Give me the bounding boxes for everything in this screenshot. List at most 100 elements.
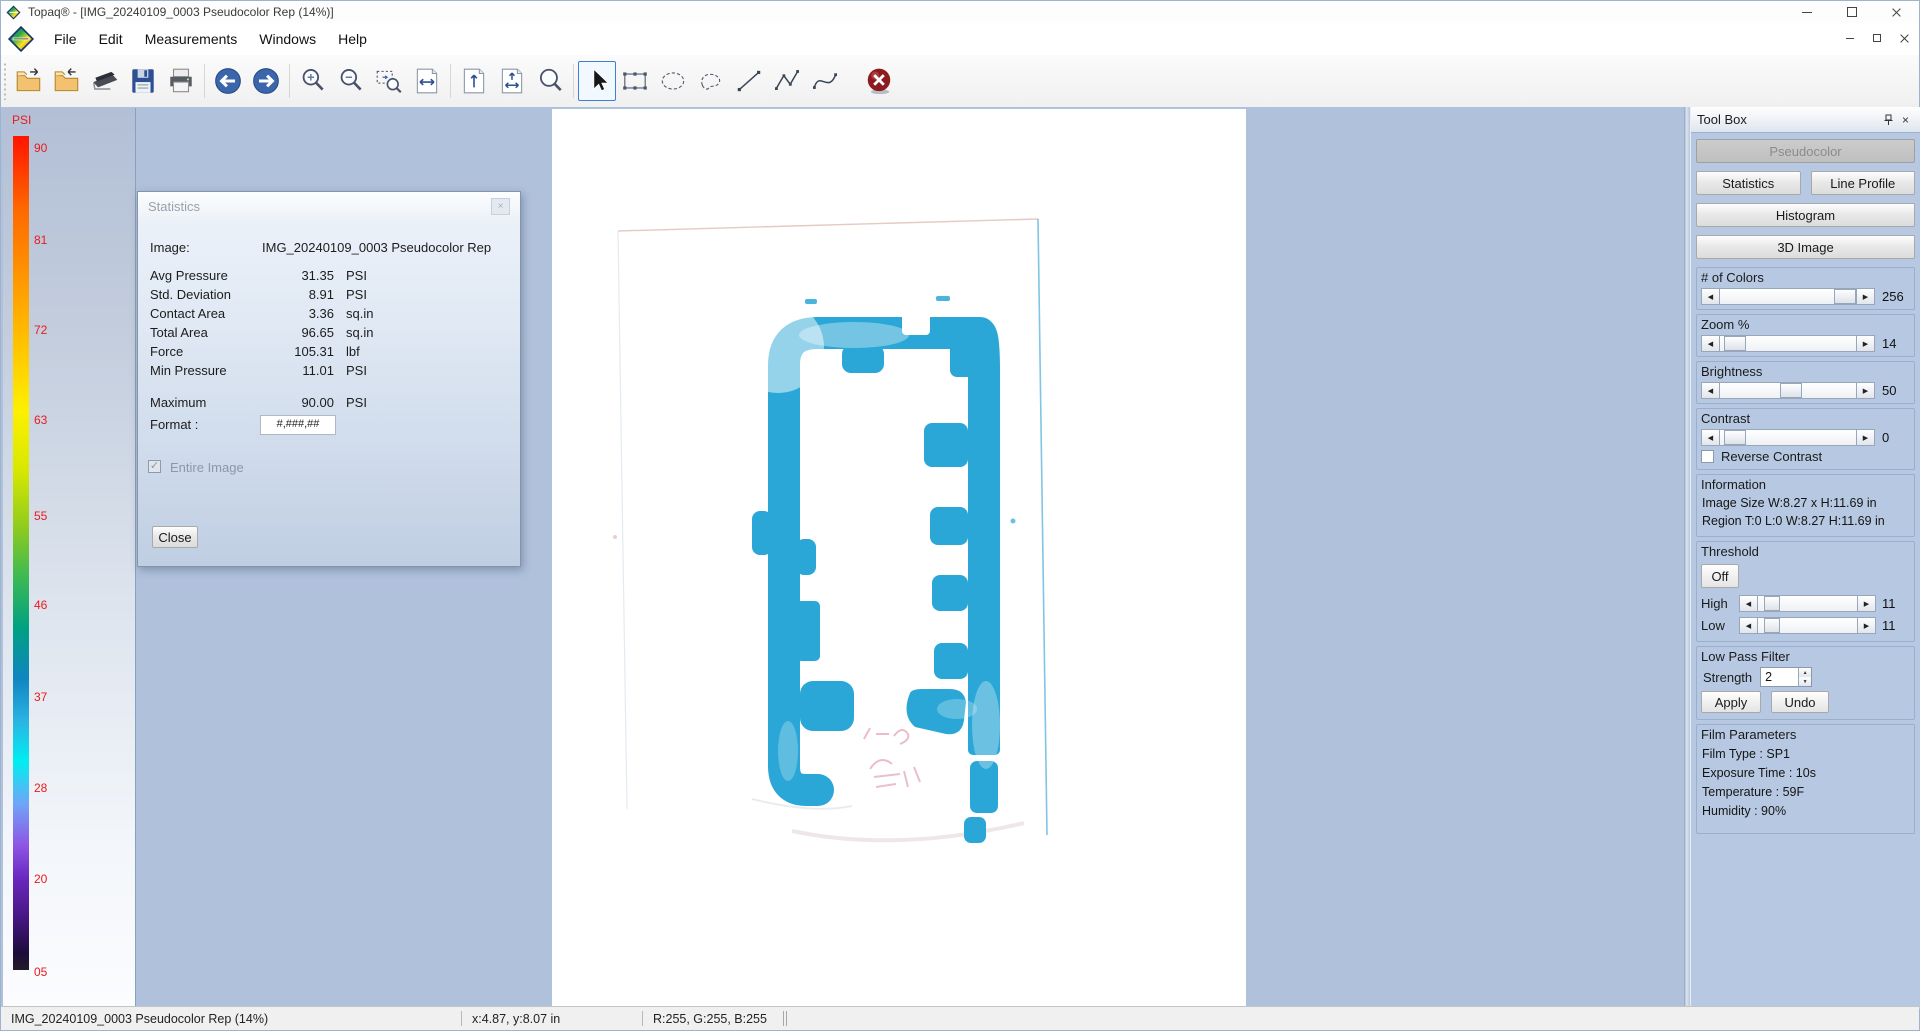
threshold-group: Threshold Off High ◀ ▶ 11 Low ◀ xyxy=(1696,541,1915,642)
brightness-label: Brightness xyxy=(1701,364,1762,379)
zoom-label: Zoom % xyxy=(1701,317,1749,332)
minimize-button[interactable] xyxy=(1784,1,1829,23)
spin-up-button[interactable]: ▲ xyxy=(1798,668,1811,677)
strength-spinner[interactable]: 2 ▲ ▼ xyxy=(1760,667,1812,687)
toolbox-close-button[interactable]: × xyxy=(1897,111,1914,128)
stat-row: Force 105.31 lbf xyxy=(138,344,520,362)
slider-right-arrow[interactable]: ▶ xyxy=(1857,617,1876,634)
slider-thumb[interactable] xyxy=(1724,430,1746,445)
restore-button[interactable] xyxy=(1829,1,1874,23)
format-input[interactable]: #,###,## xyxy=(260,415,336,435)
statistics-dialog-titlebar[interactable]: Statistics × xyxy=(138,192,520,220)
lasso-select-tool[interactable] xyxy=(692,61,730,101)
pseudocolor-button[interactable]: Pseudocolor xyxy=(1696,139,1915,163)
brightness-slider[interactable]: ◀ ▶ xyxy=(1701,382,1875,399)
zoom-slider[interactable]: ◀ ▶ xyxy=(1701,335,1875,352)
contrast-slider[interactable]: ◀ ▶ xyxy=(1701,429,1875,446)
statistics-close-icon[interactable]: × xyxy=(491,198,510,215)
strength-label: Strength xyxy=(1703,670,1752,685)
slider-right-arrow[interactable]: ▶ xyxy=(1856,288,1875,305)
restore-icon xyxy=(1847,7,1857,17)
slider-left-arrow[interactable]: ◀ xyxy=(1701,382,1720,399)
threshold-off-button[interactable]: Off xyxy=(1701,564,1739,588)
forward-button[interactable] xyxy=(247,61,285,101)
fit-height-button[interactable] xyxy=(455,61,493,101)
slider-left-arrow[interactable]: ◀ xyxy=(1701,335,1720,352)
ellipse-select-tool[interactable] xyxy=(654,61,692,101)
line-tool[interactable] xyxy=(730,61,768,101)
zoom-out-button[interactable] xyxy=(332,61,370,101)
3d-image-button[interactable]: 3D Image xyxy=(1696,235,1915,259)
curve-tool[interactable] xyxy=(806,61,844,101)
threshold-low-slider[interactable]: ◀ ▶ xyxy=(1739,617,1876,634)
status-bar: IMG_20240109_0003 Pseudocolor Rep (14%) … xyxy=(1,1006,1919,1030)
slider-left-arrow[interactable]: ◀ xyxy=(1739,617,1758,634)
menu-windows[interactable]: Windows xyxy=(248,26,327,52)
undo-button[interactable]: Undo xyxy=(1771,691,1829,713)
num-colors-slider[interactable]: ◀ ▶ xyxy=(1701,288,1875,305)
statistics-close-button[interactable]: Close xyxy=(152,526,198,548)
slider-right-arrow[interactable]: ▶ xyxy=(1856,429,1875,446)
zoom-in-button[interactable] xyxy=(294,61,332,101)
line-profile-button[interactable]: Line Profile xyxy=(1811,171,1916,195)
entire-image-checkbox[interactable]: ✓ xyxy=(148,460,161,473)
film-parameters-group: Film Parameters Film Type : SP1 Exposure… xyxy=(1696,724,1915,834)
slider-left-arrow[interactable]: ◀ xyxy=(1739,595,1758,612)
spin-down-button[interactable]: ▼ xyxy=(1798,677,1811,686)
threshold-high-slider[interactable]: ◀ ▶ xyxy=(1739,595,1876,612)
menu-measurements[interactable]: Measurements xyxy=(134,26,249,52)
back-button[interactable] xyxy=(209,61,247,101)
threshold-high-label: High xyxy=(1701,596,1733,611)
zoom-actual-button[interactable] xyxy=(531,61,569,101)
statistics-dialog-body: Image: IMG_20240109_0003 Pseudocolor Rep… xyxy=(138,220,520,566)
temperature: Temperature : 59F xyxy=(1702,785,1909,799)
stat-row-maximum: Maximum 90.00 PSI xyxy=(138,395,520,413)
information-label: Information xyxy=(1701,477,1766,492)
fit-width-button[interactable] xyxy=(408,61,446,101)
pseudocolor-image-page[interactable] xyxy=(552,109,1246,1009)
scale-tick: 20 xyxy=(34,872,47,886)
slider-thumb[interactable] xyxy=(1834,289,1856,304)
slider-left-arrow[interactable]: ◀ xyxy=(1701,429,1720,446)
import-image-button[interactable] xyxy=(48,61,86,101)
cancel-x-icon xyxy=(864,66,894,96)
apply-button[interactable]: Apply xyxy=(1701,691,1761,713)
slider-left-arrow[interactable]: ◀ xyxy=(1701,288,1720,305)
select-pointer-tool[interactable] xyxy=(578,61,616,101)
histogram-button[interactable]: Histogram xyxy=(1696,203,1915,227)
slider-thumb[interactable] xyxy=(1780,383,1802,398)
lasso-select-icon xyxy=(696,66,726,96)
delete-region-button[interactable] xyxy=(860,61,898,101)
printer-icon xyxy=(166,66,196,96)
fit-page-button[interactable] xyxy=(493,61,531,101)
print-button[interactable] xyxy=(162,61,200,101)
slider-thumb[interactable] xyxy=(1764,596,1780,611)
zoom-in-icon xyxy=(298,66,328,96)
zoom-region-button[interactable] xyxy=(370,61,408,101)
scan-button[interactable] xyxy=(86,61,124,101)
open-image-button[interactable] xyxy=(10,61,48,101)
statistics-button[interactable]: Statistics xyxy=(1696,171,1801,195)
slider-thumb[interactable] xyxy=(1764,618,1780,633)
pin-button[interactable] xyxy=(1880,111,1897,128)
menu-file[interactable]: File xyxy=(43,26,88,52)
slider-right-arrow[interactable]: ▶ xyxy=(1857,595,1876,612)
toolbar-grip[interactable] xyxy=(3,62,7,100)
reverse-contrast-checkbox[interactable] xyxy=(1701,450,1714,463)
curve-tool-icon xyxy=(810,66,840,96)
close-button[interactable] xyxy=(1874,1,1919,23)
save-button[interactable] xyxy=(124,61,162,101)
stat-row-format: Format : #,###,## xyxy=(138,417,520,435)
mdi-minimize-button[interactable] xyxy=(1841,29,1859,47)
slider-right-arrow[interactable]: ▶ xyxy=(1856,335,1875,352)
rect-select-tool[interactable] xyxy=(616,61,654,101)
mdi-close-button[interactable] xyxy=(1895,29,1913,47)
mdi-restore-button[interactable] xyxy=(1868,29,1886,47)
slider-thumb[interactable] xyxy=(1724,336,1746,351)
toolbox-header: Tool Box × xyxy=(1691,107,1920,133)
slider-right-arrow[interactable]: ▶ xyxy=(1856,382,1875,399)
polyline-tool[interactable] xyxy=(768,61,806,101)
menu-edit[interactable]: Edit xyxy=(88,26,134,52)
pressure-colorbar xyxy=(13,136,29,970)
menu-help[interactable]: Help xyxy=(327,26,378,52)
